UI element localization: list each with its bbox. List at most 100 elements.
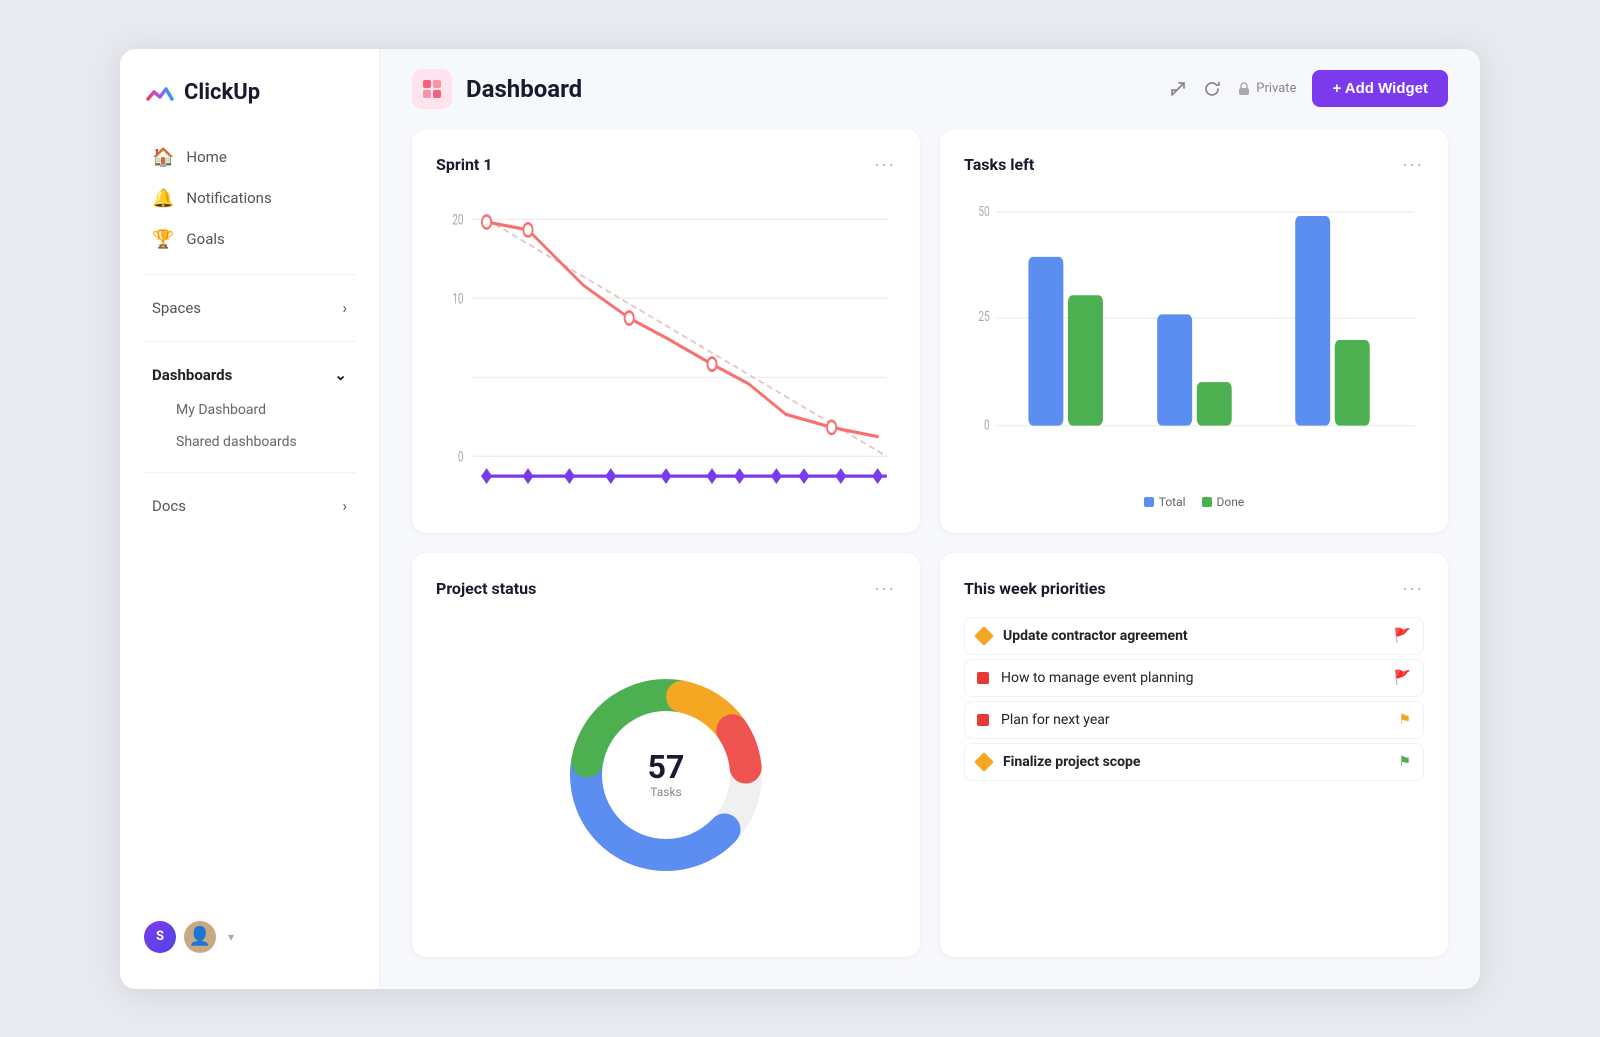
priority-flag-2: 🚩 (1394, 670, 1411, 686)
shared-dashboards-label: Shared dashboards (176, 434, 297, 450)
priority-item-3[interactable]: Plan for next year ⚑ (964, 701, 1424, 739)
sprint-widget: Sprint 1 ··· 20 10 0 (412, 129, 920, 533)
tasks-left-header: Tasks left ··· (964, 153, 1424, 177)
logo-text: ClickUp (184, 80, 260, 105)
project-status-menu[interactable]: ··· (874, 577, 896, 601)
nav-divider-1 (144, 274, 355, 275)
bell-icon: 🔔 (152, 188, 174, 209)
priority-item-2[interactable]: How to manage event planning 🚩 (964, 659, 1424, 697)
logo: ClickUp (120, 77, 379, 137)
grid-icon (421, 78, 443, 100)
sprint-widget-header: Sprint 1 ··· (436, 153, 896, 177)
legend-done: Done (1202, 495, 1245, 509)
docs-chevron-icon: › (342, 497, 347, 515)
legend-total-dot (1144, 497, 1154, 507)
add-widget-button[interactable]: + Add Widget (1312, 70, 1448, 107)
sidebar-item-shared-dashboards[interactable]: Shared dashboards (128, 426, 371, 458)
legend-total: Total (1144, 495, 1186, 509)
user-menu-chevron[interactable]: ▾ (228, 930, 234, 944)
my-dashboard-label: My Dashboard (176, 402, 266, 418)
sidebar-nav: 🏠 Home 🔔 Notifications 🏆 Goals Spaces › … (120, 137, 379, 905)
tasks-left-widget: Tasks left ··· 50 25 0 (940, 129, 1448, 533)
bar-chart-area: 50 25 0 (964, 193, 1424, 509)
nav-divider-2 (144, 341, 355, 342)
sidebar-item-my-dashboard[interactable]: My Dashboard (128, 394, 371, 426)
priority-text-4: Finalize project scope (1003, 754, 1386, 770)
priority-square-2 (977, 672, 989, 684)
sprint-chart-svg: 20 10 0 (436, 193, 896, 509)
sidebar: ClickUp 🏠 Home 🔔 Notifications 🏆 Goals S… (120, 49, 380, 989)
topbar: Dashboard (380, 49, 1480, 129)
avatar-s[interactable]: S (144, 921, 176, 953)
main-content: Dashboard (380, 49, 1480, 989)
donut-area: 57 Tasks (436, 617, 896, 933)
dashboards-chevron-icon: ⌄ (334, 366, 347, 384)
private-label: Private (1256, 81, 1296, 96)
dashboards-label: Dashboards (152, 366, 232, 384)
legend-done-label: Done (1217, 495, 1245, 509)
legend-total-label: Total (1159, 495, 1186, 509)
priority-flag-4: ⚑ (1398, 754, 1411, 770)
sidebar-item-goals[interactable]: 🏆 Goals (128, 219, 371, 260)
donut-label: Tasks (650, 785, 682, 799)
private-badge: Private (1237, 81, 1296, 96)
sprint-title: Sprint 1 (436, 155, 492, 174)
sidebar-item-notifications[interactable]: 🔔 Notifications (128, 178, 371, 219)
svg-text:50: 50 (978, 203, 989, 219)
avatar-initial: S (156, 929, 164, 944)
donut-center: 57 Tasks (648, 751, 685, 799)
sidebar-item-spaces[interactable]: Spaces › (128, 289, 371, 327)
sprint-chart-area: 20 10 0 (436, 193, 896, 509)
priority-text-3: Plan for next year (1001, 712, 1386, 728)
dashboard-icon-box (412, 69, 452, 109)
bar-chart-svg: 50 25 0 (964, 193, 1424, 487)
topbar-left: Dashboard (412, 69, 582, 109)
trophy-icon: 🏆 (152, 229, 174, 250)
svg-text:25: 25 (978, 308, 989, 324)
logo-icon (144, 77, 176, 109)
priorities-header: This week priorities ··· (964, 577, 1424, 601)
priority-flag-1: 🚩 (1394, 628, 1411, 644)
priority-item-4[interactable]: Finalize project scope ⚑ (964, 743, 1424, 781)
sidebar-item-home-label: Home (186, 148, 226, 166)
priority-diamond-4 (974, 752, 994, 772)
sidebar-item-docs[interactable]: Docs › (128, 487, 371, 525)
expand-icon (1169, 80, 1187, 98)
priorities-title: This week priorities (964, 579, 1106, 598)
topbar-right: Private + Add Widget (1169, 70, 1448, 107)
project-status-title: Project status (436, 579, 536, 598)
sidebar-item-home[interactable]: 🏠 Home (128, 137, 371, 178)
page-title: Dashboard (466, 75, 582, 103)
refresh-button[interactable] (1203, 80, 1221, 98)
svg-text:20: 20 (452, 211, 463, 228)
bar-legend: Total Done (964, 495, 1424, 509)
priority-item-1[interactable]: Update contractor agreement 🚩 (964, 617, 1424, 655)
priority-diamond-1 (974, 626, 994, 646)
sidebar-item-notifications-label: Notifications (186, 189, 271, 207)
spaces-chevron-icon: › (342, 299, 347, 317)
sprint-menu[interactable]: ··· (874, 153, 896, 177)
add-widget-label: + Add Widget (1332, 80, 1428, 97)
tasks-left-title: Tasks left (964, 155, 1034, 174)
priority-text-1: Update contractor agreement (1003, 628, 1382, 644)
spaces-label: Spaces (152, 299, 201, 317)
tasks-left-menu[interactable]: ··· (1402, 153, 1424, 177)
svg-text:0: 0 (458, 448, 464, 465)
sidebar-bottom: S 👤 ▾ (120, 905, 379, 969)
avatar-img[interactable]: 👤 (184, 921, 216, 953)
priority-square-3 (977, 714, 989, 726)
donut-count: 57 (648, 751, 685, 783)
sidebar-item-dashboards[interactable]: Dashboards ⌄ (128, 356, 371, 394)
refresh-icon (1203, 80, 1221, 98)
project-status-widget: Project status ··· (412, 553, 920, 957)
legend-done-dot (1202, 497, 1212, 507)
svg-text:10: 10 (452, 290, 463, 307)
app-container: ClickUp 🏠 Home 🔔 Notifications 🏆 Goals S… (120, 49, 1480, 989)
expand-button[interactable] (1169, 80, 1187, 98)
priorities-menu[interactable]: ··· (1402, 577, 1424, 601)
lock-icon (1237, 82, 1251, 96)
project-status-header: Project status ··· (436, 577, 896, 601)
home-icon: 🏠 (152, 147, 174, 168)
sidebar-item-goals-label: Goals (186, 230, 224, 248)
priorities-list: Update contractor agreement 🚩 How to man… (964, 617, 1424, 933)
